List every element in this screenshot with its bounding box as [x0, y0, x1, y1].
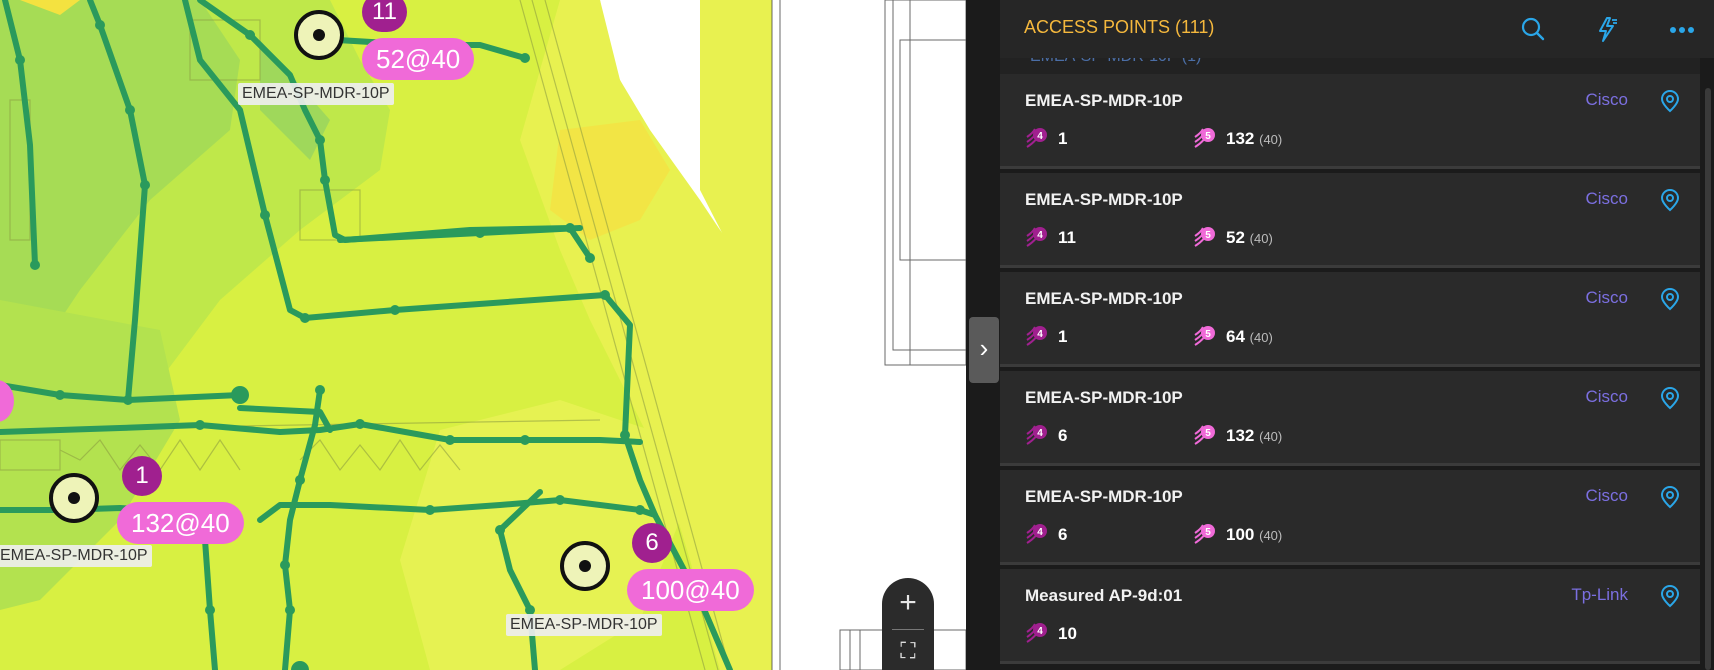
ap-label-3: EMEA-SP-MDR-10P [506, 614, 662, 636]
band-5-icon: 5 [1193, 424, 1217, 448]
zoom-in-button[interactable]: + [882, 578, 934, 628]
ap-name: Measured AP-9d:01 [1025, 586, 1183, 605]
band-5-icon-label: 5 [1205, 230, 1211, 241]
band-5-channel: 132 (40) [1226, 426, 1282, 446]
band-5-width: (40) [1259, 528, 1283, 543]
ap-list-item[interactable]: EMEA-SP-MDR-10P Cisco 4 6 5 132 (40) [1000, 371, 1700, 466]
band-24-channel: 1 [1058, 129, 1068, 148]
ap-rate-badge-1: 52@40 [362, 38, 475, 80]
band-24-icon: 4 [1025, 523, 1049, 547]
locate-pin-icon[interactable] [1658, 386, 1682, 410]
scrollbar-thumb[interactable] [1705, 88, 1711, 670]
band-24-channel: 1 [1058, 327, 1068, 346]
zoom-control: + ⛶ [882, 578, 934, 670]
band-24-channel: 6 [1058, 525, 1068, 544]
band-5-value: 132 [1226, 426, 1255, 445]
ap-name: EMEA-SP-MDR-10P [1025, 289, 1183, 308]
band-5-icon: 5 [1193, 325, 1217, 349]
floorplan-heatmap [0, 0, 966, 670]
ap-channel-badge-2: 1 [122, 456, 162, 496]
band-24-icon-label: 4 [1037, 626, 1043, 637]
ap-marker-3[interactable] [560, 541, 610, 591]
ap-dot [68, 492, 80, 504]
band-5-icon: 5 [1193, 127, 1217, 151]
ap-name: EMEA-SP-MDR-10P [1025, 91, 1183, 110]
ap-list-item[interactable]: EMEA-SP-MDR-10P Cisco 4 11 5 52 (40) [1000, 173, 1700, 268]
lightning-filter-icon[interactable] [1590, 12, 1624, 46]
ap-vendor: Cisco [1585, 189, 1628, 208]
ap-dot [313, 29, 325, 41]
band-5-icon-label: 5 [1205, 527, 1211, 538]
ap-name: EMEA-SP-MDR-10P [1025, 190, 1183, 209]
band-5-icon: 5 [1193, 226, 1217, 250]
panel-title: ACCESS POINTS (111) [1024, 17, 1215, 37]
band-24-icon-label: 4 [1037, 428, 1043, 439]
search-icon[interactable] [1516, 12, 1550, 46]
ap-label-2: EMEA-SP-MDR-10P [0, 545, 152, 567]
band-5-icon-label: 5 [1205, 428, 1211, 439]
ap-channel-badge-3: 6 [632, 523, 672, 563]
collapse-panel-button[interactable]: › [969, 317, 999, 383]
band-24-icon-label: 4 [1037, 131, 1043, 142]
band-5-width: (40) [1259, 132, 1283, 147]
ap-marker-2[interactable] [49, 473, 99, 523]
band-5-channel: 64 (40) [1226, 327, 1273, 347]
locate-pin-icon[interactable] [1658, 485, 1682, 509]
ap-label-1: EMEA-SP-MDR-10P [238, 83, 394, 105]
ap-list-item[interactable]: EMEA-SP-MDR-10P Cisco 4 6 5 100 (40) [1000, 470, 1700, 565]
zoom-divider [892, 629, 924, 630]
ap-list-item[interactable]: EMEA-SP-MDR-10P Cisco 4 1 5 64 (40) [1000, 272, 1700, 367]
band-24-icon: 4 [1025, 127, 1049, 151]
band-24-icon: 4 [1025, 424, 1049, 448]
band-5-width: (40) [1249, 330, 1273, 345]
band-24-icon-label: 4 [1037, 527, 1043, 538]
ap-vendor: Tp-Link [1571, 585, 1628, 604]
more-options-icon[interactable] [1665, 12, 1699, 46]
band-24-icon: 4 [1025, 325, 1049, 349]
fit-to-screen-button[interactable]: ⛶ [882, 634, 934, 668]
ap-marker-1[interactable] [294, 10, 344, 60]
locate-pin-icon[interactable] [1658, 287, 1682, 311]
band-24-icon-label: 4 [1037, 230, 1043, 241]
previous-row-peek: EMEA-SP-MDR-10P (1) [1000, 58, 1700, 74]
ap-vendor: Cisco [1585, 288, 1628, 307]
ap-name: EMEA-SP-MDR-10P [1025, 487, 1183, 506]
band-24-icon-label: 4 [1037, 329, 1043, 340]
previous-row-text: EMEA-SP-MDR-10P (1) [1030, 58, 1201, 66]
ap-list-item[interactable]: Measured AP-9d:01 Tp-Link 4 10 [1000, 569, 1700, 664]
ap-dot [579, 560, 591, 572]
band-5-icon: 5 [1193, 523, 1217, 547]
ap-name: EMEA-SP-MDR-10P [1025, 388, 1183, 407]
band-5-width: (40) [1259, 429, 1283, 444]
locate-pin-icon[interactable] [1658, 89, 1682, 113]
ap-list-item[interactable]: EMEA-SP-MDR-10P Cisco 4 1 5 132 (40) [1000, 74, 1700, 169]
band-5-width: (40) [1249, 231, 1273, 246]
band-24-channel: 6 [1058, 426, 1068, 445]
band-5-icon-label: 5 [1205, 131, 1211, 142]
band-5-channel: 132 (40) [1226, 129, 1282, 149]
locate-pin-icon[interactable] [1658, 188, 1682, 212]
panel-scrollbar[interactable] [1704, 58, 1712, 670]
locate-pin-icon[interactable] [1658, 584, 1682, 608]
band-24-channel: 10 [1058, 624, 1077, 643]
ap-rate-badge-3: 100@40 [627, 569, 754, 611]
band-5-value: 64 [1226, 327, 1245, 346]
band-24-icon: 4 [1025, 226, 1049, 250]
ap-vendor: Cisco [1585, 387, 1628, 406]
band-5-value: 100 [1226, 525, 1255, 544]
panel-header: ACCESS POINTS (111) [1000, 0, 1714, 58]
band-5-icon-label: 5 [1205, 329, 1211, 340]
band-5-channel: 52 (40) [1226, 228, 1273, 248]
band-24-icon: 4 [1025, 622, 1049, 646]
ap-vendor: Cisco [1585, 90, 1628, 109]
band-5-channel: 100 (40) [1226, 525, 1282, 545]
band-5-value: 132 [1226, 129, 1255, 148]
band-24-channel: 11 [1058, 228, 1076, 247]
heatmap-area[interactable]: 11 52@40 EMEA-SP-MDR-10P 1 132@40 EMEA-S… [0, 0, 966, 670]
band-5-value: 52 [1226, 228, 1245, 247]
ap-vendor: Cisco [1585, 486, 1628, 505]
ap-rate-badge-2: 132@40 [117, 502, 244, 544]
